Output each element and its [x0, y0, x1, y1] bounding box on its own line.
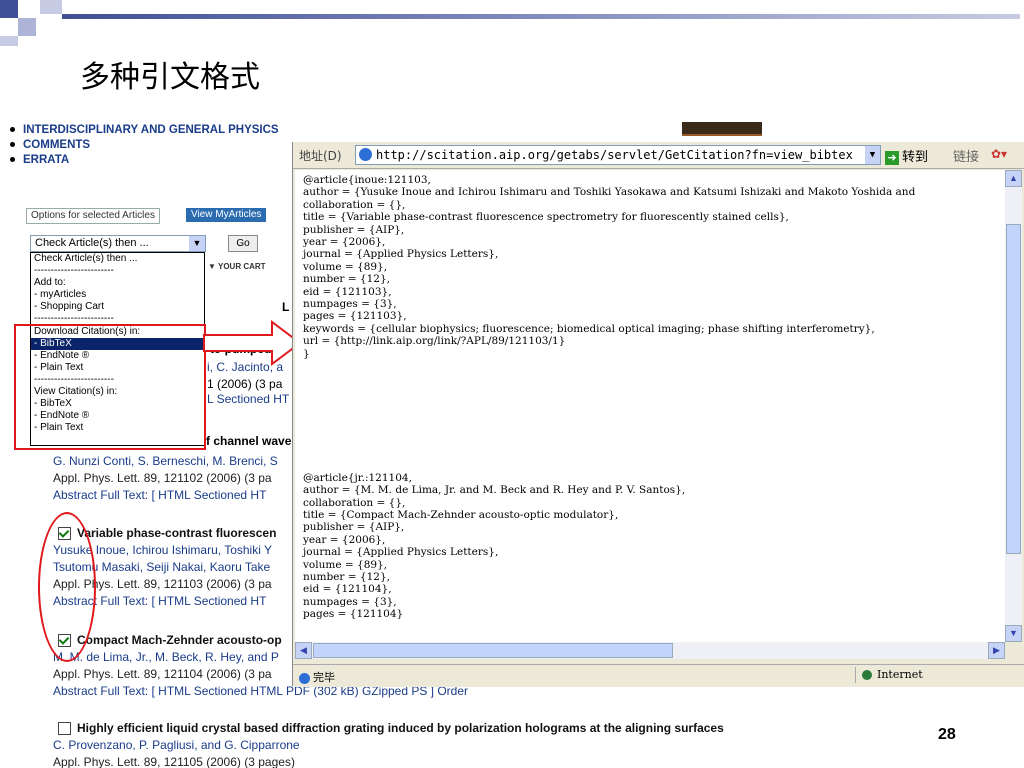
decor-square-3 [40, 0, 62, 14]
article-item: Compact Mach-Zehnder acousto-op [58, 632, 282, 649]
article-authors[interactable]: G. Nunzi Conti, S. Berneschi, M. Brenci,… [53, 453, 278, 470]
arrow-right-icon: ➜ [885, 151, 899, 165]
chevron-down-icon[interactable]: ▼ [865, 146, 880, 164]
article-citation: Appl. Phys. Lett. 89, 121105 (2006) (3 p… [53, 755, 295, 768]
globe-icon [862, 670, 872, 680]
security-zone: Internet [855, 667, 1024, 683]
dropdown-option[interactable]: Add to: [34, 277, 204, 289]
scroll-thumb[interactable] [1006, 224, 1021, 554]
browser-window: 地址(D) http://scitation.aip.org/getabs/se… [292, 142, 1024, 687]
nav-item[interactable]: COMMENTS [10, 138, 279, 153]
ie-page-icon [359, 148, 372, 161]
slide-title: 多种引文格式 [80, 60, 260, 95]
scroll-up-icon[interactable]: ▲ [1005, 170, 1022, 187]
cart-link[interactable]: ▼ YOUR CART [208, 262, 266, 271]
go-button[interactable]: Go [228, 235, 258, 252]
decor-square-2 [18, 18, 36, 36]
article-checkbox[interactable] [58, 722, 71, 736]
highlight-arrow [203, 320, 302, 366]
article-item-body: C. Provenzano, P. Pagliusi, and G. Cippa… [53, 737, 300, 768]
fragment-text: L [282, 300, 290, 314]
decor-square-1 [0, 0, 18, 18]
scroll-right-icon[interactable]: ▶ [988, 642, 1005, 659]
fragment-text: f channel wave [206, 434, 292, 448]
article-title[interactable]: Variable phase-contrast fluorescen [77, 526, 276, 540]
go-to-button[interactable]: ➜ 转到 [885, 146, 928, 165]
title-underline-bar [62, 14, 1020, 19]
horizontal-scrollbar[interactable]: ◀ ▶ [295, 642, 1005, 659]
toolbar-extension-icon[interactable]: ✿▾ [991, 147, 1007, 161]
highlight-rectangle [14, 324, 206, 450]
nav-item[interactable]: INTERDISCIPLINARY AND GENERAL PHYSICS [10, 123, 279, 138]
article-authors[interactable]: C. Provenzano, P. Pagliusi, and G. Cippa… [53, 737, 300, 754]
action-select[interactable]: Check Article(s) then ... ▼ [30, 235, 206, 252]
address-bar: 地址(D) http://scitation.aip.org/getabs/se… [293, 142, 1024, 169]
article-citation: Appl. Phys. Lett. 89, 121102 (2006) (3 p… [53, 471, 272, 485]
address-label: 地址(D) [299, 149, 342, 163]
article-item: G. Nunzi Conti, S. Berneschi, M. Brenci,… [53, 453, 278, 504]
dropdown-option[interactable]: Check Article(s) then ... [34, 253, 204, 265]
fragment-text: L Sectioned HT [207, 392, 290, 406]
decor-square-4 [0, 36, 18, 46]
article-item: Highly efficient liquid crystal based di… [58, 720, 724, 737]
tab-options[interactable]: Options for selected Articles [26, 208, 160, 224]
links-button[interactable]: 链接 [953, 146, 979, 165]
dropdown-option[interactable]: - Shopping Cart [34, 301, 204, 313]
status-text: 完毕 [299, 669, 335, 685]
article-links[interactable]: Abstract Full Text: [ HTML Sectioned HT [53, 487, 278, 504]
highlight-oval [38, 512, 96, 662]
vertical-scrollbar[interactable]: ▲ ▼ [1005, 170, 1022, 642]
article-title[interactable]: Highly efficient liquid crystal based di… [77, 721, 724, 735]
scroll-down-icon[interactable]: ▼ [1005, 625, 1022, 642]
bibtex-text: @article{inoue:121103, author = {Yusuke … [303, 174, 916, 621]
article-item: Variable phase-contrast fluorescen [58, 525, 276, 542]
scroll-left-icon[interactable]: ◀ [295, 642, 312, 659]
bibtex-content: @article{inoue:121103, author = {Yusuke … [295, 170, 1005, 642]
scroll-thumb[interactable] [313, 643, 673, 658]
page-number: 28 [938, 726, 956, 743]
nav-item[interactable]: ERRATA [10, 153, 279, 168]
section-nav: INTERDISCIPLINARY AND GENERAL PHYSICS CO… [10, 123, 279, 168]
ie-page-icon [299, 672, 310, 684]
tab-view-myarticles[interactable]: View MyArticles [186, 208, 267, 222]
dropdown-option[interactable]: - myArticles [34, 289, 204, 301]
status-bar: 完毕 Internet [293, 664, 1024, 687]
journal-cover-image [682, 122, 762, 136]
chevron-down-icon[interactable]: ▼ [189, 236, 205, 251]
url-input[interactable]: http://scitation.aip.org/getabs/servlet/… [355, 145, 881, 165]
article-title[interactable]: Compact Mach-Zehnder acousto-op [77, 633, 282, 647]
fragment-text: 1 (2006) (3 pa [207, 377, 283, 391]
dropdown-option[interactable]: ------------------------ [34, 265, 204, 277]
